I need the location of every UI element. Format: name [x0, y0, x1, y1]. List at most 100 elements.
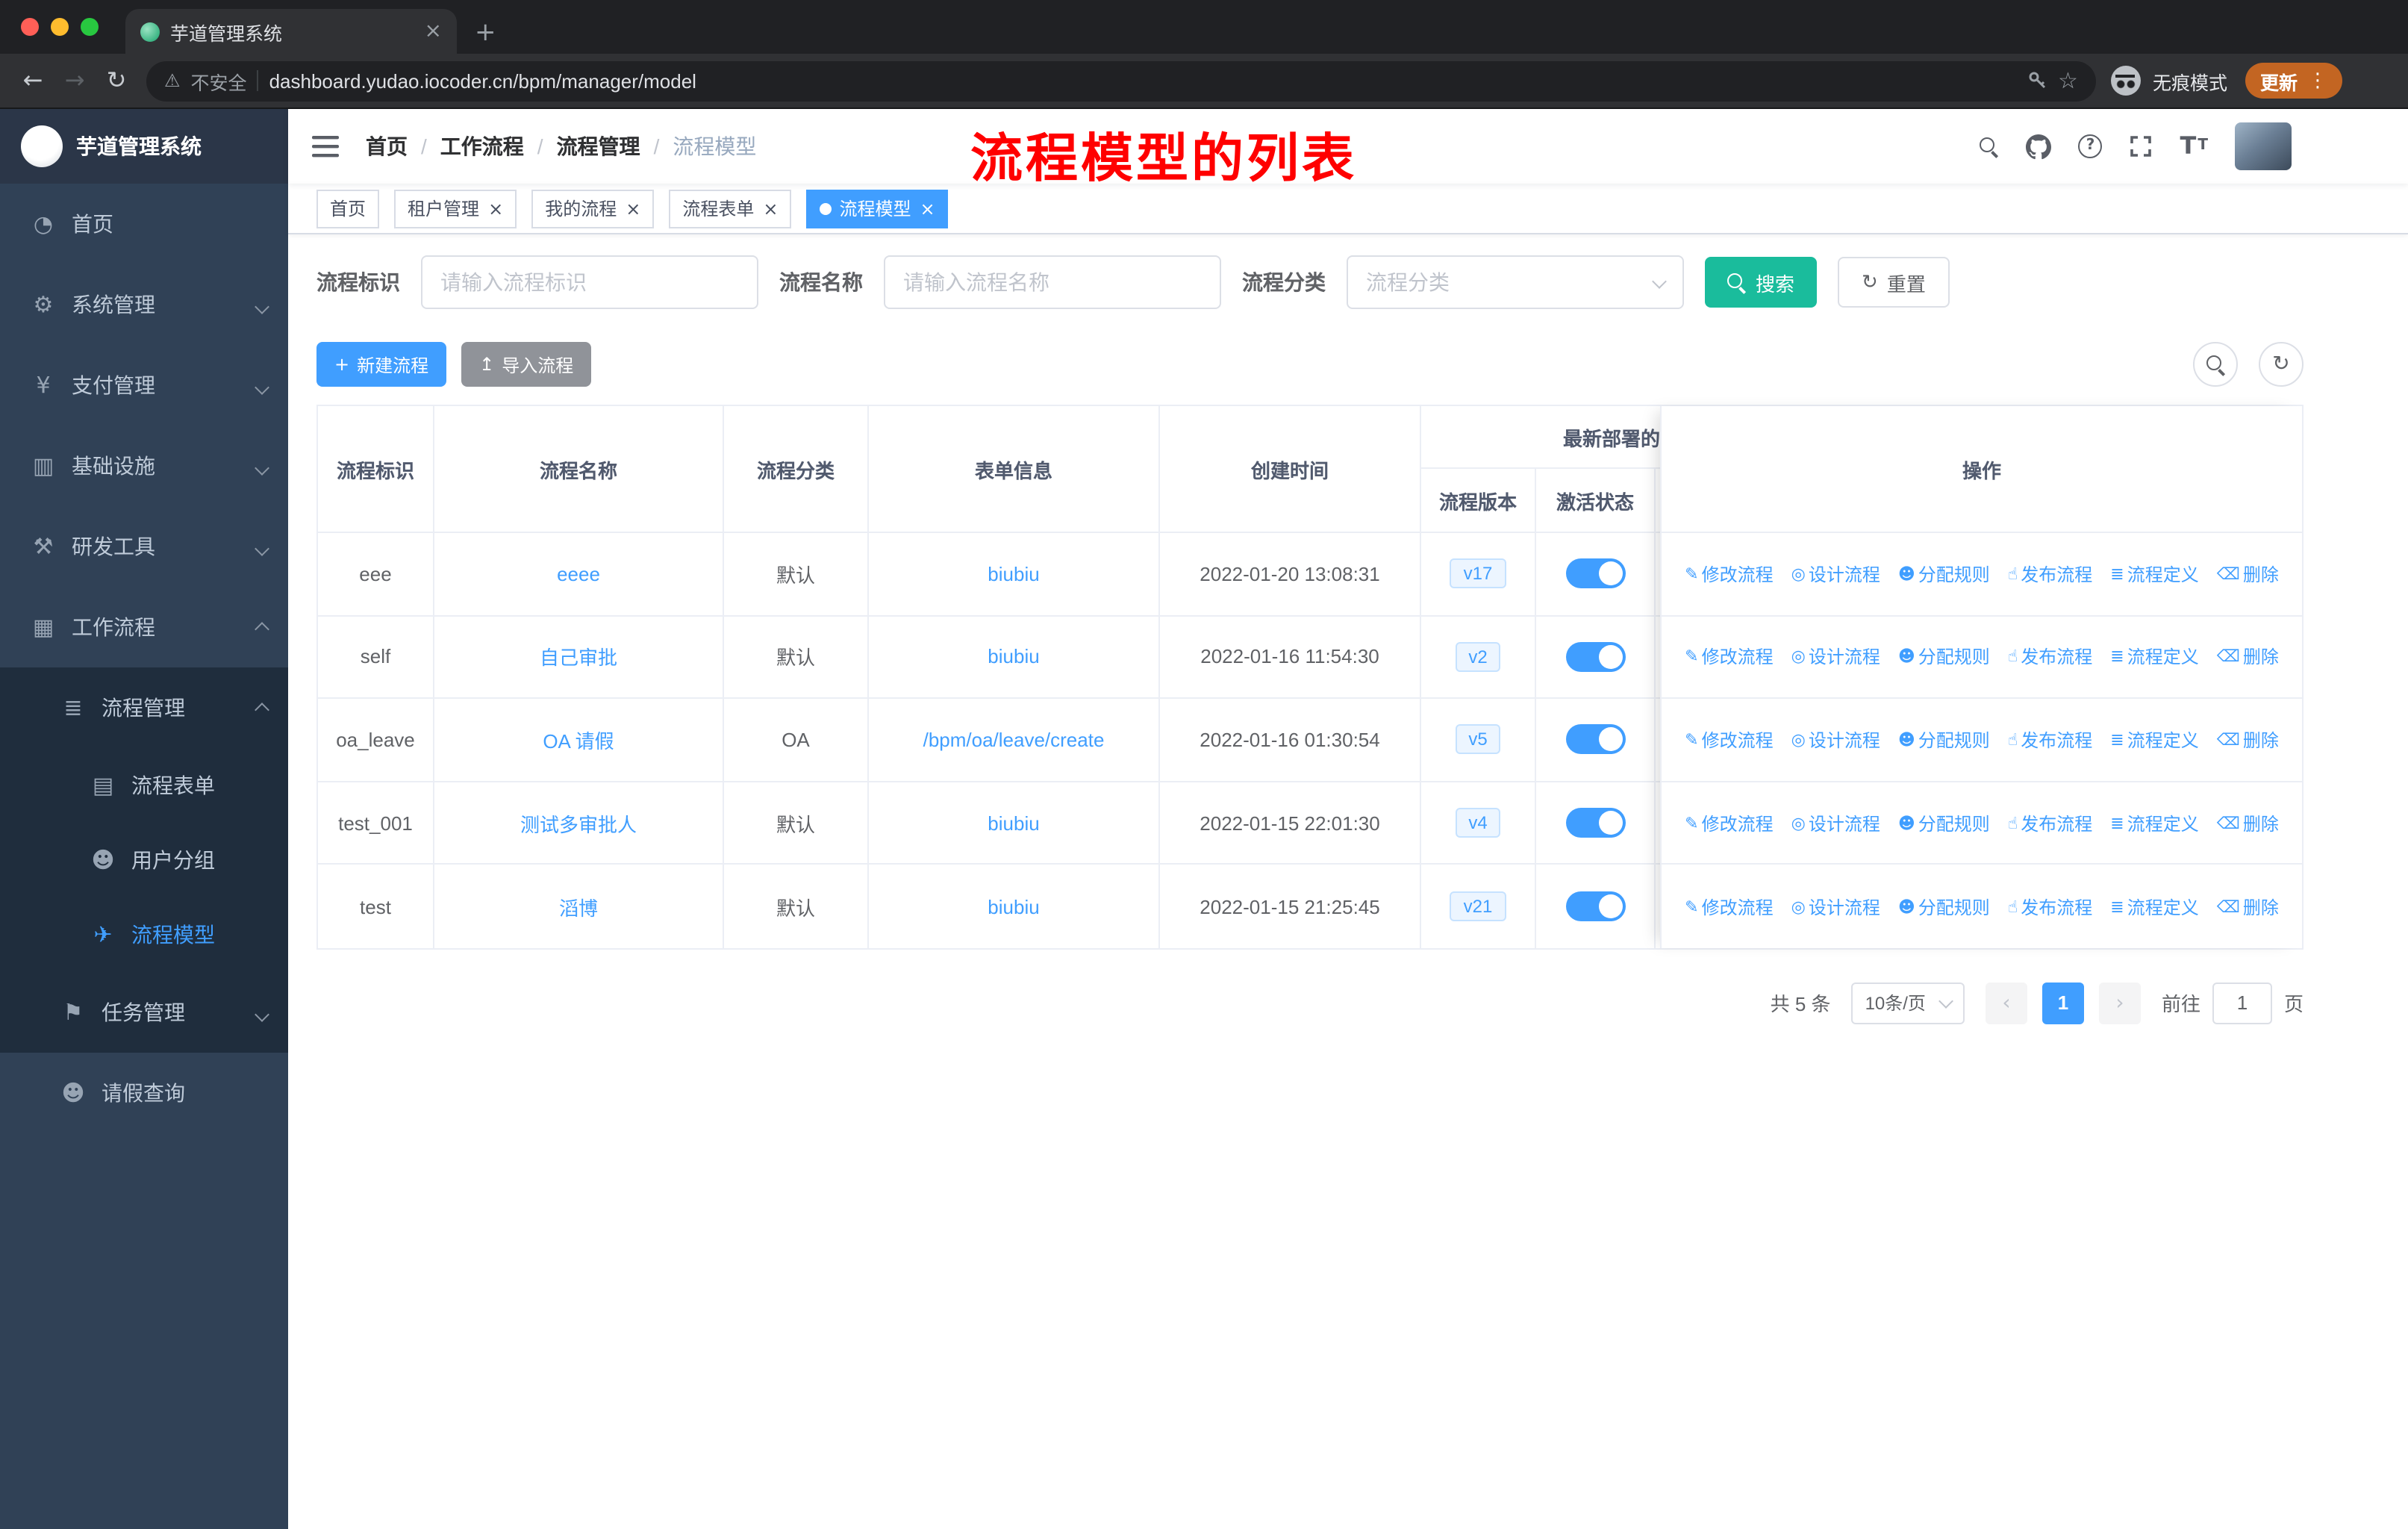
process-name-link[interactable]: 测试多审批人: [520, 809, 637, 837]
key-icon[interactable]: [2027, 70, 2047, 91]
tag-close-icon[interactable]: ×: [626, 199, 640, 217]
action-definition[interactable]: ≣ 流程定义: [2110, 644, 2198, 670]
form-info-link[interactable]: biubiu: [988, 646, 1039, 668]
breadcrumb-item[interactable]: 工作流程: [440, 131, 524, 161]
action-assign[interactable]: ☻ 分配规则: [1898, 561, 1990, 587]
process-name-link[interactable]: 滔博: [559, 892, 598, 921]
active-toggle[interactable]: [1565, 724, 1625, 755]
app-logo[interactable]: 芋道管理系统: [0, 109, 288, 184]
font-size-icon[interactable]: TT: [2180, 134, 2209, 158]
tag-tenant-management[interactable]: 租户管理 ×: [394, 189, 517, 228]
reset-button[interactable]: ↻ 重置: [1838, 257, 1950, 308]
action-modify[interactable]: ✎ 修改流程: [1685, 644, 1773, 670]
tag-close-icon[interactable]: ×: [488, 199, 503, 217]
search-button[interactable]: 搜索: [1705, 257, 1818, 308]
browser-tab[interactable]: 芋道管理系统 ×: [125, 9, 457, 54]
tab-close-icon[interactable]: ×: [425, 21, 442, 42]
process-name-link[interactable]: eeee: [557, 563, 600, 585]
next-page-button[interactable]: ›: [2098, 982, 2141, 1024]
form-info-link[interactable]: /bpm/oa/leave/create: [923, 729, 1105, 751]
process-category-select[interactable]: 流程分类: [1347, 255, 1684, 309]
user-avatar[interactable]: [2235, 122, 2292, 170]
action-delete[interactable]: ⌫ 删除: [2217, 810, 2279, 835]
reload-button[interactable]: ↻: [96, 61, 137, 100]
breadcrumb-item[interactable]: 首页: [366, 131, 408, 161]
action-design[interactable]: ◎ 设计流程: [1791, 644, 1880, 670]
action-design[interactable]: ◎ 设计流程: [1791, 810, 1880, 835]
active-toggle[interactable]: [1565, 641, 1625, 672]
address-bar[interactable]: ⚠ 不安全 dashboard.yudao.iocoder.cn/bpm/man…: [146, 60, 2096, 101]
tag-process-model[interactable]: 流程模型 ×: [806, 189, 949, 228]
action-publish[interactable]: ☝ 发布流程: [2008, 810, 2092, 835]
col-header-form-info[interactable]: 表单信息: [869, 406, 1160, 532]
tag-my-process[interactable]: 我的流程 ×: [531, 189, 655, 228]
breadcrumb-item[interactable]: 流程管理: [557, 131, 640, 161]
version-tag[interactable]: v5: [1455, 724, 1501, 755]
action-publish[interactable]: ☝ 发布流程: [2008, 894, 2092, 919]
process-name-input[interactable]: [884, 255, 1221, 309]
forward-button[interactable]: →: [54, 61, 96, 100]
close-window-button[interactable]: [21, 18, 39, 36]
action-design[interactable]: ◎ 设计流程: [1791, 561, 1880, 587]
action-publish[interactable]: ☝ 发布流程: [2008, 561, 2092, 587]
action-publish[interactable]: ☝ 发布流程: [2008, 727, 2092, 753]
sidebar-item-process-form[interactable]: ▤ 流程表单: [0, 748, 288, 823]
page-size-select[interactable]: 10条/页: [1851, 982, 1965, 1024]
action-design[interactable]: ◎ 设计流程: [1791, 894, 1880, 919]
action-modify[interactable]: ✎ 修改流程: [1685, 810, 1773, 835]
github-icon[interactable]: [2026, 134, 2052, 159]
refresh-table-button[interactable]: ↻: [2259, 342, 2303, 387]
prev-page-button[interactable]: ‹: [1985, 982, 2027, 1024]
action-assign[interactable]: ☻ 分配规则: [1898, 644, 1990, 670]
import-process-button[interactable]: ↥ 导入流程: [461, 342, 592, 387]
sidebar-item-system-management[interactable]: ⚙ 系统管理: [0, 264, 288, 345]
version-tag[interactable]: v17: [1450, 558, 1506, 589]
goto-page-input[interactable]: [2212, 982, 2272, 1024]
action-modify[interactable]: ✎ 修改流程: [1685, 561, 1773, 587]
back-button[interactable]: ←: [12, 61, 54, 100]
sidebar-item-payment-management[interactable]: ¥ 支付管理: [0, 345, 288, 426]
tag-close-icon[interactable]: ×: [920, 199, 935, 217]
action-assign[interactable]: ☻ 分配规则: [1898, 810, 1990, 835]
form-info-link[interactable]: biubiu: [988, 563, 1039, 585]
form-info-link[interactable]: biubiu: [988, 895, 1039, 918]
action-definition[interactable]: ≣ 流程定义: [2110, 561, 2198, 587]
show-search-button[interactable]: [2193, 342, 2238, 387]
process-name-link[interactable]: OA 请假: [543, 726, 614, 754]
sidebar-item-workflow[interactable]: ▦ 工作流程: [0, 587, 288, 667]
create-process-button[interactable]: + 新建流程: [316, 342, 447, 387]
zoom-window-button[interactable]: [81, 18, 99, 36]
sidebar-item-user-group[interactable]: ☻ 用户分组: [0, 823, 288, 897]
security-label[interactable]: 不安全: [191, 66, 247, 95]
minimize-window-button[interactable]: [51, 18, 69, 36]
col-header-process-name[interactable]: 流程名称: [434, 406, 724, 532]
col-header-process-key[interactable]: 流程标识: [318, 406, 434, 532]
action-delete[interactable]: ⌫ 删除: [2217, 894, 2279, 919]
sidebar-item-task-management[interactable]: ⚑ 任务管理: [0, 972, 288, 1053]
new-tab-button[interactable]: +: [475, 20, 496, 46]
version-tag[interactable]: v4: [1455, 808, 1501, 838]
action-delete[interactable]: ⌫ 删除: [2217, 561, 2279, 587]
action-definition[interactable]: ≣ 流程定义: [2110, 727, 2198, 753]
col-header-created-time[interactable]: 创建时间: [1160, 406, 1421, 532]
active-toggle[interactable]: [1565, 891, 1625, 922]
update-chip[interactable]: 更新 ⋮: [2245, 63, 2342, 99]
sidebar-item-process-model[interactable]: ✈ 流程模型: [0, 897, 288, 972]
col-header-active-status[interactable]: 激活状态: [1536, 469, 1656, 532]
sidebar-item-home[interactable]: ◔ 首页: [0, 184, 288, 264]
version-tag[interactable]: v21: [1450, 891, 1506, 922]
active-toggle[interactable]: [1565, 808, 1625, 838]
tag-home[interactable]: 首页: [316, 189, 380, 228]
col-header-version[interactable]: 流程版本: [1421, 469, 1536, 532]
hamburger-icon[interactable]: [312, 134, 339, 158]
fullscreen-icon[interactable]: [2130, 134, 2153, 158]
bookmark-star-icon[interactable]: ☆: [2058, 69, 2078, 92]
sidebar-item-dev-tools[interactable]: ⚒ 研发工具: [0, 506, 288, 587]
action-definition[interactable]: ≣ 流程定义: [2110, 810, 2198, 835]
action-delete[interactable]: ⌫ 删除: [2217, 727, 2279, 753]
action-modify[interactable]: ✎ 修改流程: [1685, 894, 1773, 919]
tag-process-form[interactable]: 流程表单 ×: [669, 189, 792, 228]
form-info-link[interactable]: biubiu: [988, 812, 1039, 834]
action-definition[interactable]: ≣ 流程定义: [2110, 894, 2198, 919]
sidebar-item-infrastructure[interactable]: ▥ 基础设施: [0, 426, 288, 506]
